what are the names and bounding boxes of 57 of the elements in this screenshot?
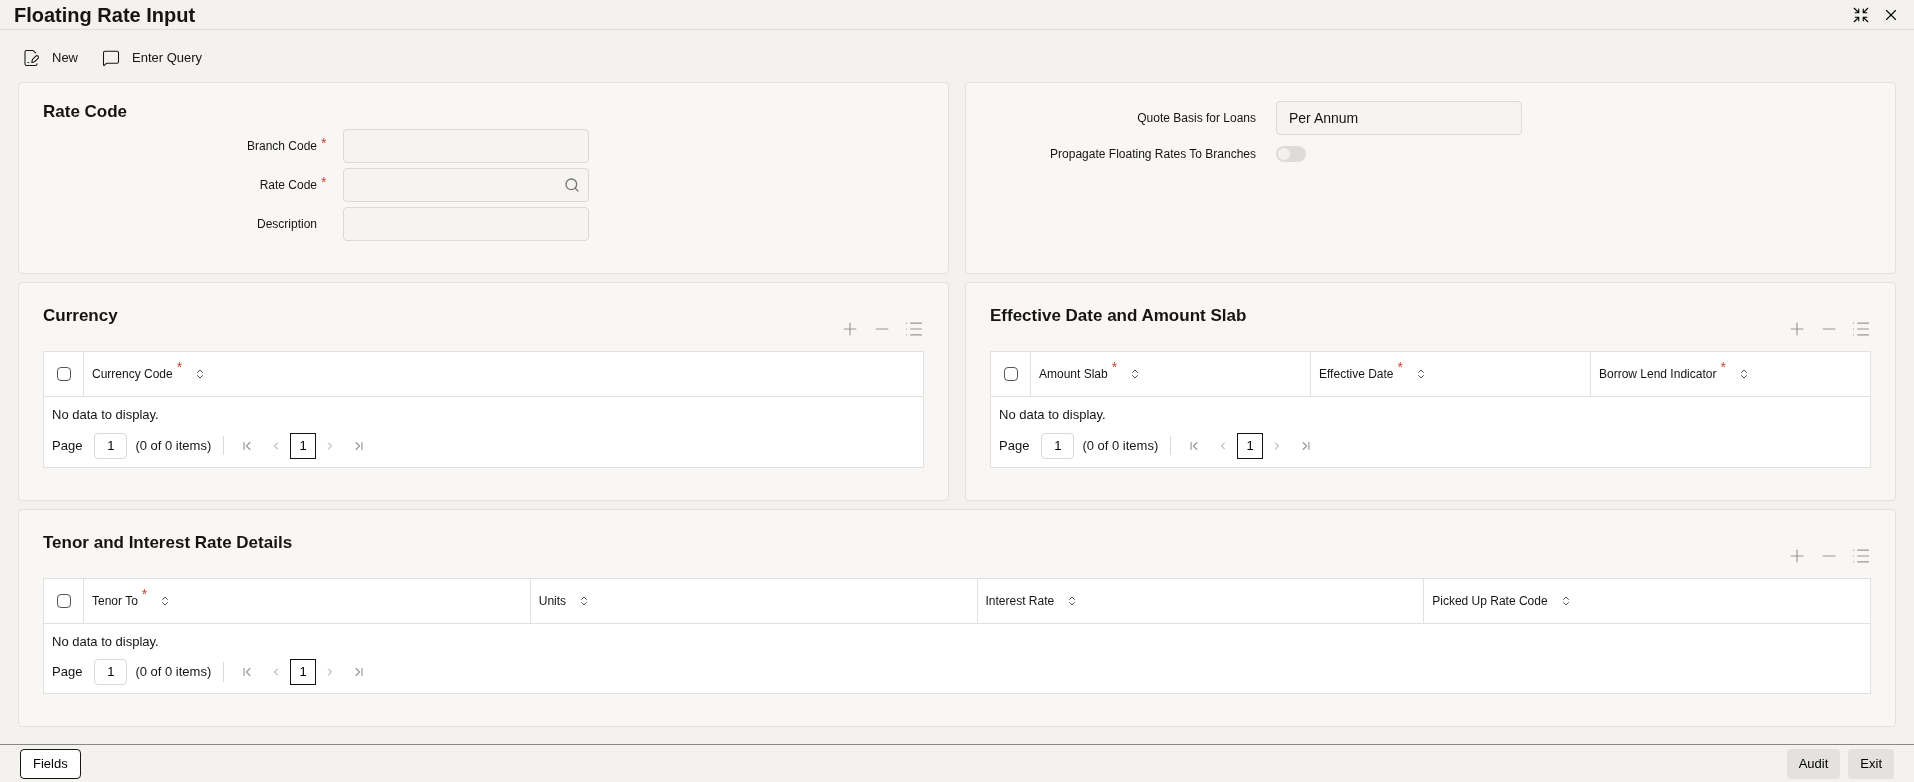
section-title: Effective Date and Amount Slab [990,305,1247,327]
required-asterisk: * [321,174,327,189]
select-all-checkbox[interactable] [56,367,71,381]
field-label: Quote Basis for Loans [1137,110,1256,127]
fields-button[interactable]: Fields [20,748,81,779]
footer-button[interactable]: Exit [1848,748,1894,779]
field-label: Propagate Floating Rates To Branches [1050,146,1256,163]
page-label: Page [51,436,84,455]
column-header[interactable]: Currency Code [92,365,173,383]
empty-message: No data to display. [51,632,160,651]
search-field[interactable] [343,167,589,202]
select-all-checkbox[interactable] [1003,367,1018,381]
document-edit-icon [22,49,40,67]
page-input[interactable]: 1 [1041,432,1075,459]
required-asterisk: * [1720,360,1726,374]
toolbar-button[interactable]: Enter Query [102,48,203,68]
column-header[interactable]: Amount Slab [1039,365,1108,383]
page-input[interactable]: 1 [94,659,128,685]
required-asterisk: * [1111,360,1118,374]
column-header[interactable]: Borrow Lend Indicator [1599,365,1717,383]
input-field[interactable] [343,128,589,163]
current-page[interactable]: 1 [290,659,317,685]
toggle-switch[interactable] [1276,146,1306,162]
column-header[interactable]: Units [538,591,567,610]
current-page[interactable]: 1 [1237,432,1264,459]
required-asterisk: * [141,586,148,601]
column-header[interactable]: Interest Rate [985,591,1055,610]
empty-message: No data to display. [998,406,1107,424]
item-count: (0 of 0 items) [135,662,225,682]
speech-bubble-icon [102,49,120,67]
window-title: Floating Rate Input [14,2,196,28]
footer-button[interactable]: Audit [1786,748,1841,779]
field-label: Description [256,215,317,233]
field-label: Branch Code [246,137,317,155]
required-asterisk: * [1397,360,1403,374]
input-field[interactable] [343,206,589,241]
section-title: Tenor and Interest Rate Details [43,531,293,554]
required-asterisk: * [321,135,327,150]
section-title: Currency [43,305,118,327]
required-asterisk: * [176,360,183,374]
item-count: (0 of 0 items) [1082,435,1172,456]
column-header[interactable]: Tenor To [92,591,138,610]
toolbar-button[interactable]: New [22,48,78,68]
empty-message: No data to display. [51,406,160,424]
item-count: (0 of 0 items) [135,435,225,456]
column-header[interactable]: Effective Date [1319,365,1394,383]
column-header[interactable]: Picked Up Rate Code [1432,591,1548,610]
search-icon[interactable] [564,176,580,193]
page-label: Page [51,663,84,682]
current-page[interactable]: 1 [290,432,317,459]
field-label: Rate Code [259,176,317,194]
page-input[interactable]: 1 [94,432,128,459]
collapse-icon[interactable] [1852,5,1870,24]
page-label: Page [998,436,1031,455]
section-title: Rate Code [43,101,129,123]
select-all-checkbox[interactable] [56,593,71,608]
input-field[interactable]: Per Annum [1276,101,1522,135]
